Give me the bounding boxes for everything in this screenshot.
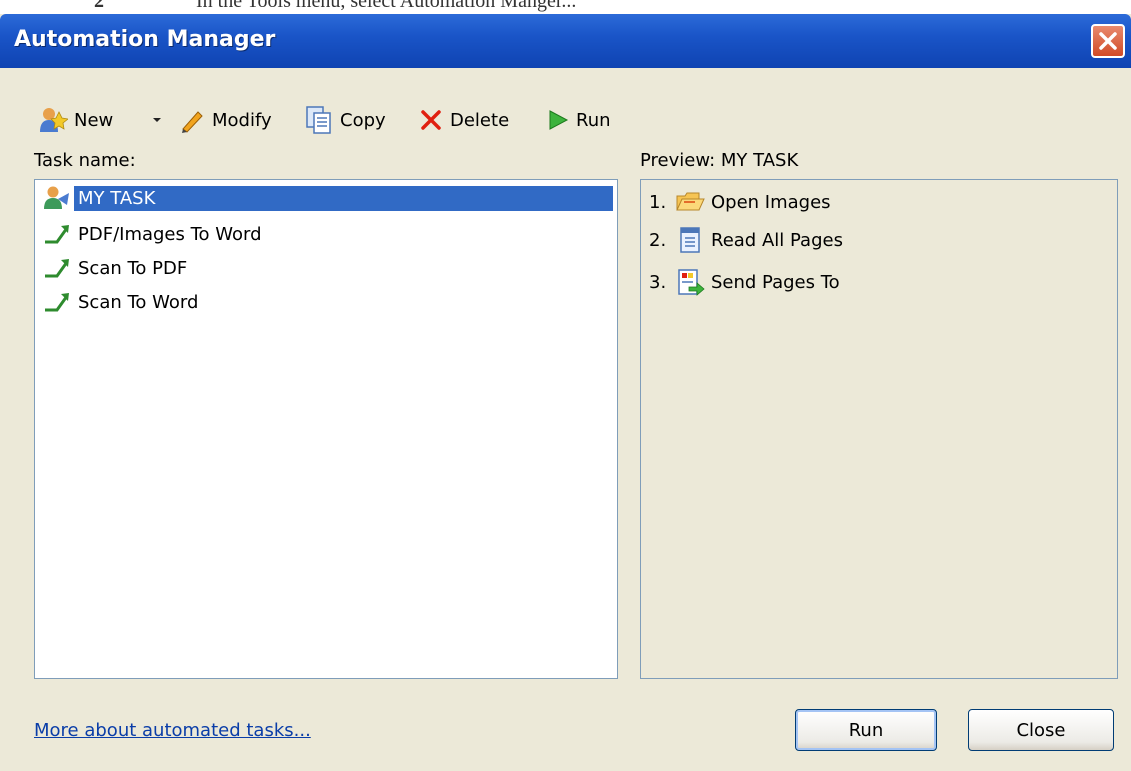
quick-task-icon [45, 225, 69, 244]
close-button[interactable]: Close [968, 709, 1114, 751]
run-button[interactable]: Run [795, 709, 937, 751]
title-bar[interactable]: Automation Manager [0, 14, 1131, 68]
run-toolbar-button[interactable]: Run [546, 102, 611, 138]
preview-panel: 1. Open Images 2. Read All Pages 3. Send… [640, 179, 1118, 679]
close-window-button[interactable] [1091, 24, 1125, 58]
run-toolbar-label: Run [576, 109, 611, 131]
new-button-label: New [74, 109, 114, 131]
preview-step: 2. Read All Pages [649, 224, 843, 256]
new-task-icon [40, 108, 68, 132]
document-icon [680, 227, 700, 253]
task-item-my-task[interactable]: MY TASK [43, 182, 613, 214]
quick-task-icon [45, 259, 69, 278]
caption-text: In the Tools menu, select Automation Man… [196, 0, 577, 12]
delete-x-icon [421, 110, 441, 130]
step-label: Read All Pages [711, 229, 843, 251]
copy-button[interactable]: Copy [304, 102, 386, 138]
dropdown-arrow-icon [153, 118, 161, 122]
play-icon [549, 110, 569, 130]
task-item-label: Scan To PDF [78, 257, 188, 279]
close-icon [1099, 32, 1117, 50]
step-number: 3. [649, 271, 667, 293]
task-item-label: Scan To Word [78, 291, 199, 313]
open-folder-icon [676, 192, 705, 211]
preview-step: 3. Send Pages To [649, 266, 840, 298]
modify-button[interactable]: Modify [178, 102, 272, 138]
quick-task-icon [45, 293, 69, 312]
window-title: Automation Manager [14, 27, 276, 52]
automation-manager-dialog: Automation Manager New Modify Copy Delet… [0, 14, 1131, 771]
preview-step: 1. Open Images [649, 186, 831, 218]
step-number: 1. [649, 191, 667, 213]
task-list[interactable]: MY TASK PDF/Images To Word Scan To PDF S… [34, 179, 618, 679]
step-label: Send Pages To [711, 271, 840, 293]
step-label: Open Images [711, 191, 831, 213]
step-number: 2. [649, 229, 667, 251]
caption-step-number: 2 [94, 0, 104, 12]
task-item-scan-to-pdf[interactable]: Scan To PDF [43, 252, 191, 284]
preview-header: Preview: MY TASK [640, 150, 799, 171]
copy-icon [306, 106, 331, 134]
delete-button-label: Delete [450, 109, 510, 131]
pencil-icon [182, 111, 203, 133]
new-button[interactable]: New [38, 102, 113, 138]
custom-task-icon [44, 186, 69, 209]
document-caption: 2 In the Tools menu, select Automation M… [0, 0, 1131, 14]
modify-button-label: Modify [212, 109, 272, 131]
task-item-pdf-images-to-word[interactable]: PDF/Images To Word [43, 218, 266, 250]
task-item-label: MY TASK [74, 185, 613, 211]
task-item-scan-to-word[interactable]: Scan To Word [43, 286, 202, 318]
more-about-tasks-link[interactable]: More about automated tasks... [34, 720, 311, 741]
send-pages-icon [678, 269, 705, 296]
task-item-label: PDF/Images To Word [78, 223, 262, 245]
copy-button-label: Copy [340, 109, 386, 131]
new-dropdown-button[interactable] [150, 102, 170, 138]
task-name-header: Task name: [34, 150, 136, 171]
delete-button[interactable]: Delete [418, 102, 509, 138]
